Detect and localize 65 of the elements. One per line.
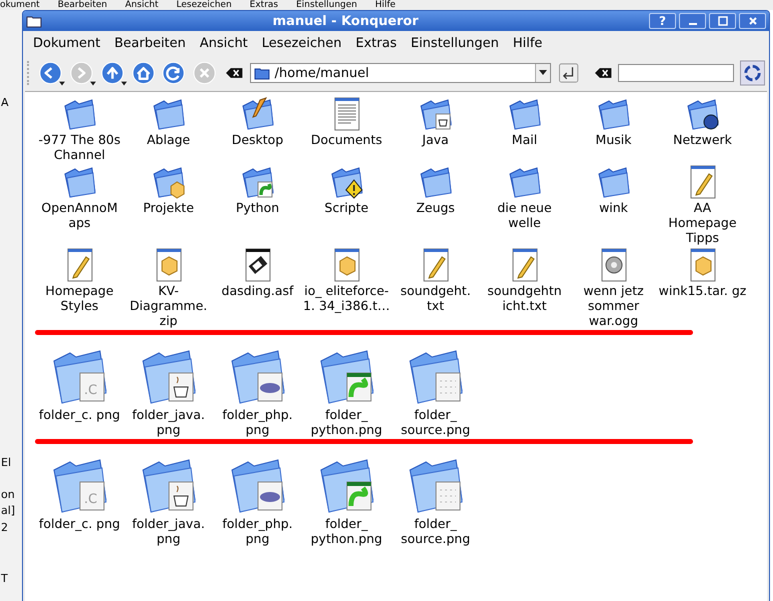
menu-item[interactable]: Hilfe xyxy=(512,36,542,51)
menu-item[interactable]: Dokument xyxy=(33,36,100,51)
clear-location-icon[interactable] xyxy=(226,67,244,79)
maximize-icon xyxy=(716,15,728,27)
menu-item[interactable]: Einstellungen xyxy=(410,36,499,51)
caret-icon xyxy=(539,70,548,76)
file-name: folder_c. png xyxy=(38,407,122,422)
file-name: Python xyxy=(234,200,280,215)
file-name: folder_ source.png xyxy=(400,516,472,546)
minimize-button[interactable] xyxy=(679,13,706,29)
file-name: Documents xyxy=(310,132,384,147)
background-text: 2 xyxy=(1,521,8,534)
file-name: dasding.asf xyxy=(220,283,295,298)
dropdown-button[interactable] xyxy=(535,64,550,82)
file-name: Zeugs xyxy=(415,200,456,215)
close-icon xyxy=(746,15,758,27)
file-name: io_ eliteforce-1. 34_i386.t… xyxy=(302,283,390,313)
go-button[interactable] xyxy=(559,63,579,83)
file-name: folder_php. png xyxy=(221,516,294,546)
file-name: wenn jetz sommer war.ogg xyxy=(582,283,645,328)
file-name: folder_c. png xyxy=(38,516,122,531)
file-name: wink15.tar. gz xyxy=(658,283,746,298)
file-name: folder_java. png xyxy=(131,516,206,546)
window-title: manuel - Konqueror xyxy=(272,14,420,28)
background-text: al] xyxy=(1,504,16,517)
file-name: Homepage Styles xyxy=(44,283,115,313)
file-name: Netzwerk xyxy=(672,132,733,147)
menu-item[interactable]: Extras xyxy=(356,36,397,51)
file-name: Musik xyxy=(594,132,632,147)
file-name: KV-Diagramme. zip xyxy=(128,283,208,328)
throbber-icon[interactable] xyxy=(740,60,766,86)
file-name: folder_java. png xyxy=(131,407,206,437)
file-name: Mail xyxy=(510,132,538,147)
background-text: A xyxy=(1,96,9,109)
file-name: folder_ python.png xyxy=(310,516,384,546)
file-name: wink xyxy=(598,200,629,215)
file-name: Ablage xyxy=(146,132,192,147)
help-button[interactable]: ? xyxy=(649,13,676,29)
background-text: on xyxy=(1,488,15,501)
close-button[interactable] xyxy=(739,13,766,29)
menu-item[interactable]: Bearbeiten xyxy=(114,36,186,51)
file-name: AA Homepage Tipps xyxy=(667,200,738,245)
file-name: folder_ python.png xyxy=(310,407,384,437)
file-name: -977 The 80s Channel xyxy=(38,132,122,162)
file-name: OpenAnnoM aps xyxy=(40,200,119,230)
background-text: T xyxy=(1,572,8,585)
file-name: soundgehtn icht.txt xyxy=(486,283,563,313)
file-name: Java xyxy=(420,132,450,147)
back-button[interactable] xyxy=(36,59,66,87)
file-name: Scripte xyxy=(324,200,370,215)
file-name: folder_php. png xyxy=(221,407,294,437)
location-field[interactable]: /home/manuel xyxy=(250,63,552,83)
background-text: El xyxy=(1,456,12,469)
file-name: die neue welle xyxy=(496,200,553,230)
maximize-button[interactable] xyxy=(709,13,736,29)
menu-item[interactable]: Ansicht xyxy=(200,36,248,51)
clear-search-icon[interactable] xyxy=(594,67,612,79)
minimize-icon xyxy=(688,23,696,25)
file-name: Desktop xyxy=(230,132,284,147)
menu-item[interactable]: Lesezeichen xyxy=(262,36,342,51)
file-name: Projekte xyxy=(142,200,195,215)
search-field[interactable] xyxy=(618,64,734,82)
file-name: soundgeht. txt xyxy=(399,283,472,313)
file-name: folder_ source.png xyxy=(400,407,472,437)
up-button[interactable] xyxy=(98,59,128,87)
